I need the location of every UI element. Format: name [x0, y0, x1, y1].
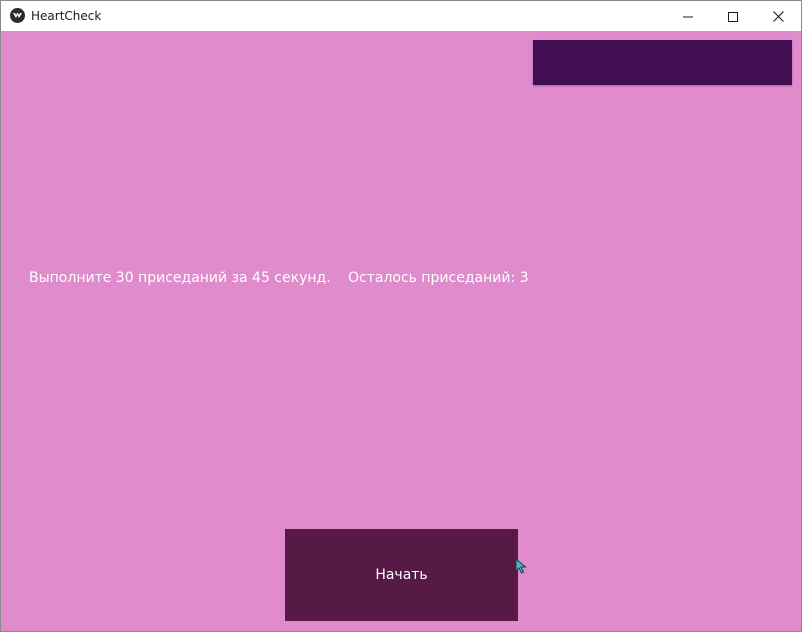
minimize-icon: [683, 7, 693, 26]
minimize-button[interactable]: [665, 1, 711, 31]
window-title: HeartCheck: [31, 9, 102, 23]
remaining-squats-label: Осталось приседаний: 3: [348, 270, 529, 286]
top-status-box: [533, 40, 792, 85]
app-logo-icon: [10, 8, 25, 23]
close-button[interactable]: [755, 1, 801, 31]
close-icon: [772, 7, 784, 26]
title-bar[interactable]: HeartCheck: [1, 1, 801, 31]
maximize-icon: [728, 7, 738, 26]
mouse-cursor-icon: [515, 557, 528, 578]
start-button[interactable]: Начать: [285, 529, 518, 621]
main-content: Выполните 30 приседаний за 45 секунд. Ос…: [1, 31, 801, 631]
maximize-button[interactable]: [710, 1, 756, 31]
app-window: HeartCheck Выполните 30 приседаний за 45…: [0, 0, 802, 632]
instruction-label: Выполните 30 приседаний за 45 секунд.: [29, 270, 331, 286]
